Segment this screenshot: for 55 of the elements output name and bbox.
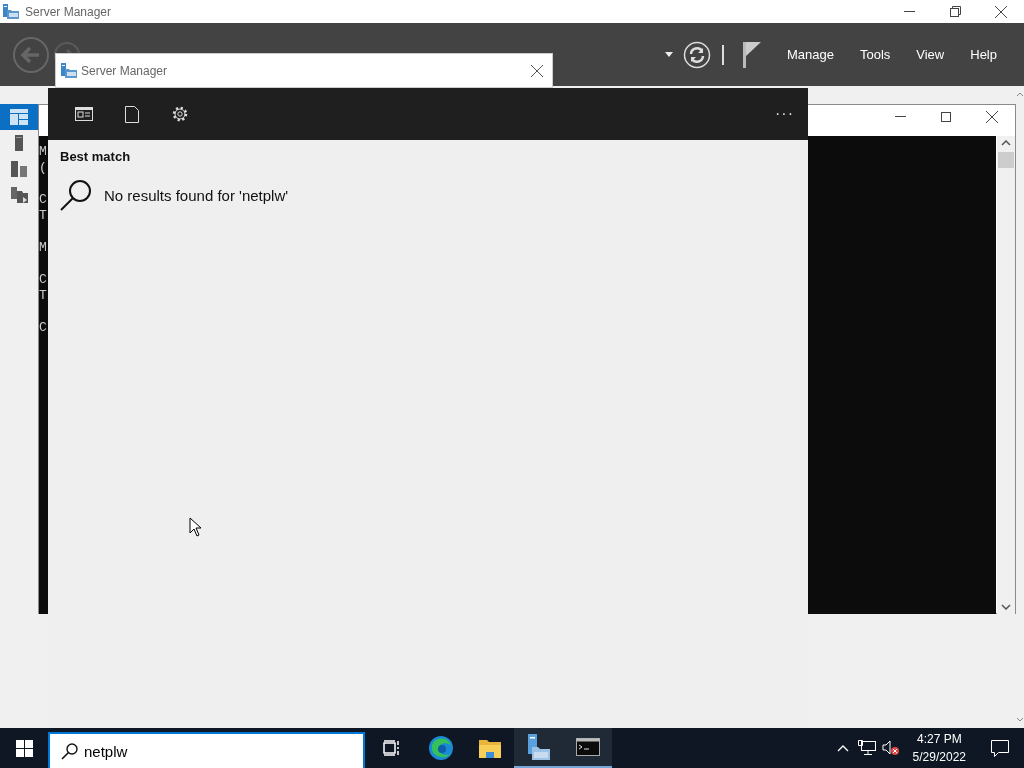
console-line: T [39, 208, 47, 224]
search-box[interactable]: netplw [48, 732, 365, 768]
dashboard-icon [10, 109, 28, 125]
scrollbar[interactable] [997, 136, 1015, 614]
server-manager-icon [525, 733, 552, 761]
console-line: C [39, 192, 47, 208]
close-button[interactable] [986, 110, 998, 123]
close-button[interactable] [531, 64, 543, 77]
section-heading: Best match [60, 149, 131, 164]
console-line: ( [39, 160, 47, 176]
taskbar-app[interactable] [563, 728, 612, 768]
app-icon [3, 4, 19, 19]
file-services-icon [10, 187, 28, 203]
terminal-icon [575, 738, 600, 756]
search-icon [60, 179, 92, 211]
edge-icon [427, 735, 454, 761]
server-icon [15, 135, 23, 151]
taskbar-app[interactable] [514, 728, 563, 768]
no-results-message: No results found for 'netplw' [104, 186, 289, 204]
window-title: Server Manager [81, 63, 168, 78]
search-icon [61, 742, 78, 760]
app-icon [61, 63, 77, 78]
scroll-down-icon[interactable] [1017, 718, 1023, 722]
search-field[interactable]: netplw [84, 742, 334, 760]
more-options-button[interactable]: ··· [775, 105, 794, 123]
clock-date[interactable]: 5/29/2022 [912, 748, 966, 766]
scroll-up-icon[interactable] [1017, 92, 1023, 96]
scroll-up-icon[interactable] [1001, 140, 1011, 146]
console-line: M [39, 240, 47, 256]
folder-icon [477, 737, 502, 759]
task-view-icon [382, 740, 401, 756]
console-line: C [39, 320, 47, 336]
mouse-cursor-icon [189, 517, 202, 537]
sidebar-item[interactable] [0, 104, 38, 130]
start-button[interactable] [15, 739, 33, 757]
maximize-button[interactable] [941, 111, 951, 122]
restore-button[interactable] [949, 6, 961, 17]
scroll-down-icon[interactable] [1001, 604, 1011, 610]
dropdown-caret-icon[interactable] [664, 52, 673, 57]
minimize-button[interactable] [903, 11, 915, 12]
clock-time[interactable]: 4:27 PM [916, 730, 962, 748]
console-line: C [39, 272, 47, 288]
close-button[interactable] [995, 5, 1007, 18]
window-title: Server Manager [25, 4, 112, 19]
menu-item[interactable]: Help [961, 43, 1006, 66]
console-line: T [39, 288, 47, 304]
servers-icon [11, 161, 27, 177]
menu-item[interactable]: Tools [850, 43, 900, 66]
menu-item[interactable]: Manage [777, 43, 843, 66]
console-line: M [39, 144, 47, 160]
flag-icon[interactable] [742, 41, 761, 68]
refresh-icon[interactable] [682, 40, 711, 69]
minimize-button[interactable] [894, 116, 906, 117]
menu-item[interactable]: View [907, 43, 954, 66]
scroll-thumb[interactable] [998, 152, 1014, 168]
